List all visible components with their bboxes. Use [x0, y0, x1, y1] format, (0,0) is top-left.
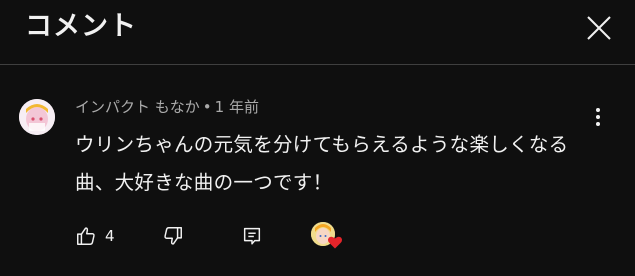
reply-comment-icon: [243, 227, 261, 245]
meta-separator: •: [202, 98, 212, 116]
comment-actions: 4: [0, 218, 635, 254]
more-vert-icon: [596, 108, 600, 126]
creator-heart: [311, 222, 345, 252]
dislike-button[interactable]: [162, 218, 184, 254]
avatar-image: [19, 99, 55, 135]
avatar[interactable]: [19, 99, 55, 135]
close-icon: [587, 16, 611, 40]
comment-meta: インパクト もなか • 1 年前: [75, 96, 259, 118]
header-divider: [0, 64, 635, 65]
thumbs-up-icon: [77, 227, 95, 245]
comment-time[interactable]: 1 年前: [215, 98, 259, 116]
like-button[interactable]: 4: [75, 218, 115, 254]
close-button[interactable]: [583, 12, 615, 44]
panel-title: コメント: [25, 11, 137, 42]
more-actions-button[interactable]: [585, 104, 611, 130]
comment-author[interactable]: インパクト もなか: [75, 98, 200, 116]
comment-text: ウリンちゃんの元気を分けてもらえるような楽しくなる曲、大好きな曲の一つです！: [75, 133, 569, 194]
heart-icon: [328, 236, 342, 249]
like-count: 4: [105, 227, 115, 245]
reply-button[interactable]: [241, 218, 263, 254]
panel-header: コメント: [0, 0, 635, 63]
thumbs-down-icon: [164, 227, 182, 245]
